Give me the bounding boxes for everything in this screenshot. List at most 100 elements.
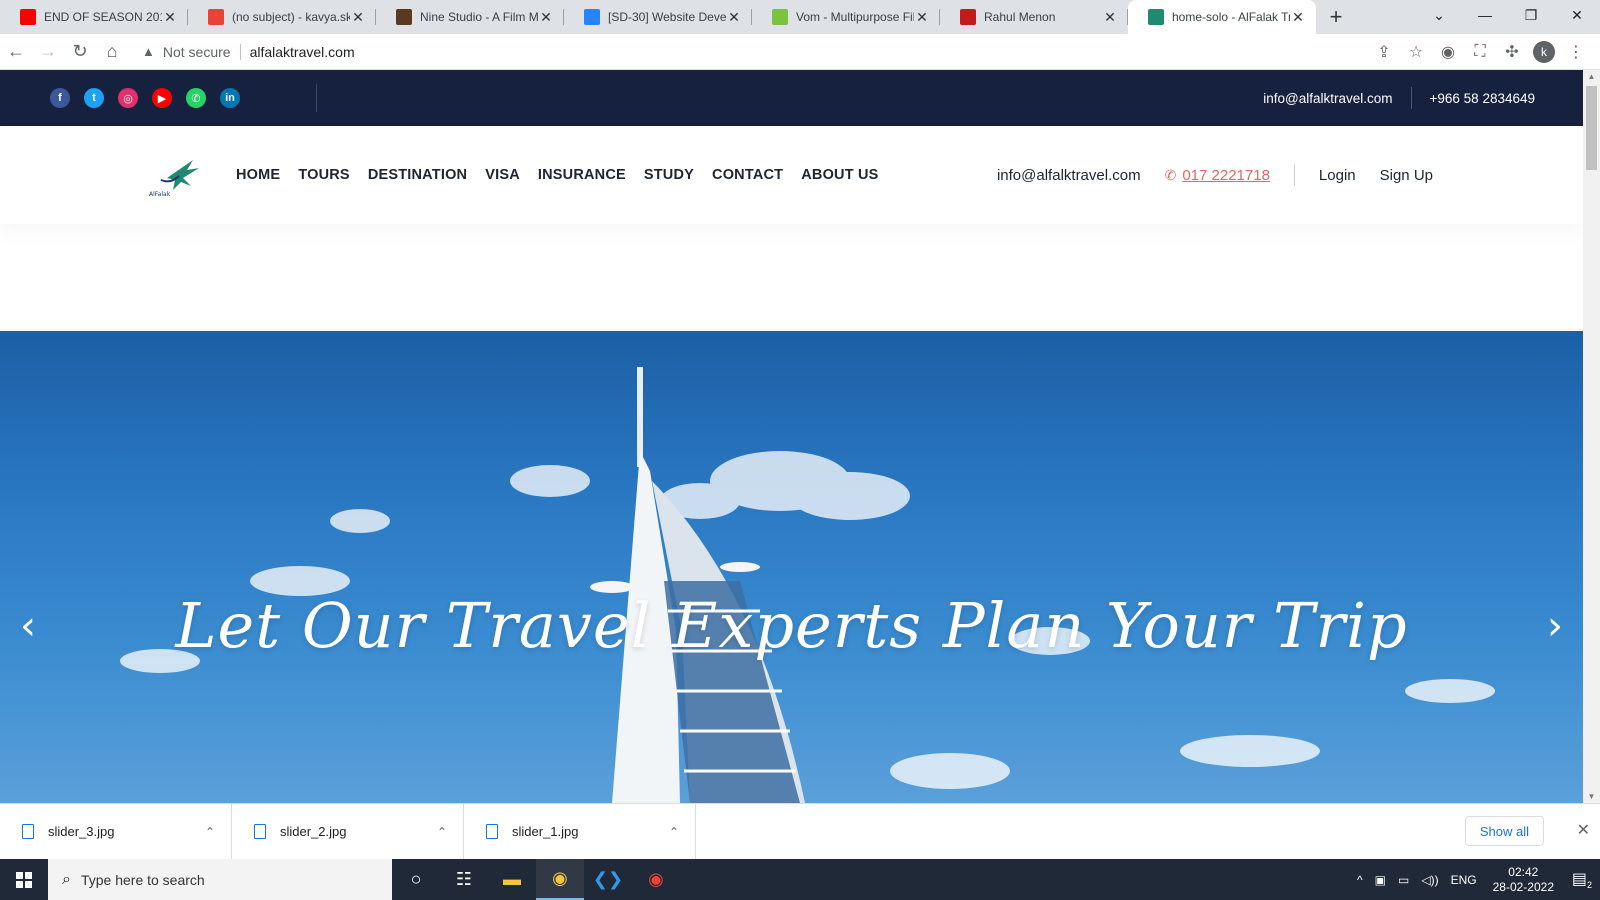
- network-icon[interactable]: ▭: [1398, 873, 1409, 887]
- browser-tab[interactable]: [SD-30] Website Develo ✕: [564, 0, 752, 34]
- clock[interactable]: 02:42 28-02-2022: [1493, 865, 1554, 895]
- gmail-icon: [208, 9, 224, 25]
- image-file-icon: [486, 824, 498, 839]
- warning-icon[interactable]: ▲: [142, 44, 155, 59]
- home-icon[interactable]: ⌂: [96, 36, 128, 68]
- chevron-up-icon[interactable]: ⌃: [205, 825, 215, 839]
- tab-title: Nine Studio - A Film Ma: [420, 10, 538, 24]
- slider-next-arrow-icon[interactable]: ›: [1547, 603, 1563, 649]
- whatsapp-icon[interactable]: ✆: [186, 88, 206, 108]
- scrollbar-thumb[interactable]: [1586, 86, 1597, 170]
- site-top-bar: f t ◎ ▶ ✆ in info@alfalktravel.com +966 58 28…: [0, 70, 1583, 126]
- instagram-icon[interactable]: ◎: [118, 88, 138, 108]
- scroll-down-icon[interactable]: ▼: [1583, 792, 1600, 801]
- new-tab-button[interactable]: +: [1316, 0, 1356, 34]
- nav-item-about-us[interactable]: ABOUT US: [801, 167, 878, 183]
- download-item[interactable]: slider_2.jpg ⌃: [232, 803, 464, 860]
- file-explorer-icon[interactable]: ▬: [488, 859, 536, 900]
- image-file-icon: [22, 824, 34, 839]
- topbar-contact-divider: [1410, 87, 1412, 109]
- clock-date: 28-02-2022: [1492, 879, 1554, 894]
- tab-list: END OF SEASON 2017 |✕(no subject) - kavy…: [0, 0, 1316, 34]
- meet-now-icon[interactable]: ▣: [1375, 873, 1386, 887]
- menu-kebab-icon[interactable]: ⋮: [1560, 36, 1592, 68]
- nav-item-contact[interactable]: CONTACT: [712, 167, 783, 183]
- reload-icon[interactable]: ↻: [64, 36, 96, 68]
- nav-item-study[interactable]: STUDY: [644, 167, 694, 183]
- browser-tab[interactable]: END OF SEASON 2017 |✕: [0, 0, 188, 34]
- scroll-up-icon[interactable]: ▲: [1583, 72, 1600, 81]
- nav-item-insurance[interactable]: INSURANCE: [538, 167, 626, 183]
- topbar-contact: info@alfalktravel.com +966 58 2834649: [1263, 70, 1535, 126]
- tab-close-icon[interactable]: ✕: [162, 9, 178, 26]
- download-item[interactable]: slider_3.jpg ⌃: [0, 803, 232, 860]
- security-label[interactable]: Not secure: [163, 44, 231, 60]
- task-view-icon[interactable]: ☷: [440, 859, 488, 900]
- close-window-icon[interactable]: ✕: [1554, 0, 1600, 30]
- language-indicator[interactable]: ENG: [1451, 873, 1477, 887]
- hero-background-image: [120, 367, 1495, 803]
- chrome-second-taskbar-icon[interactable]: ◉: [632, 859, 680, 900]
- browser-tab[interactable]: home-solo - AlFalak Tra ✕: [1128, 0, 1316, 34]
- restore-icon[interactable]: ❐: [1508, 0, 1554, 30]
- browser-tab[interactable]: Vom - Multipurpose Filr ✕: [752, 0, 940, 34]
- taskbar-search[interactable]: ⌕ Type here to search: [48, 859, 392, 900]
- tab-close-icon[interactable]: ✕: [914, 9, 930, 26]
- tab-close-icon[interactable]: ✕: [726, 9, 742, 26]
- tab-close-icon[interactable]: ✕: [1290, 9, 1306, 26]
- share-icon[interactable]: ⇪: [1368, 36, 1400, 68]
- nav-item-home[interactable]: HOME: [236, 167, 280, 183]
- cortana-icon[interactable]: ○: [392, 859, 440, 900]
- chrome-taskbar-icon[interactable]: ◉: [536, 859, 584, 900]
- tab-title: Vom - Multipurpose Filr: [796, 10, 914, 24]
- hero-title: Let Our Travel Experts Plan Your Trip: [175, 589, 1408, 662]
- extensions-puzzle-icon[interactable]: ✣: [1496, 36, 1528, 68]
- vscode-taskbar-icon[interactable]: ❮❯: [584, 859, 632, 900]
- forward-icon[interactable]: →: [32, 36, 64, 68]
- tab-close-icon[interactable]: ✕: [350, 9, 366, 26]
- tray-expand-icon[interactable]: ^: [1357, 873, 1363, 887]
- twitter-icon[interactable]: t: [84, 88, 104, 108]
- browser-tab[interactable]: (no subject) - kavya.sky ✕: [188, 0, 376, 34]
- volume-icon[interactable]: ◁)): [1421, 873, 1438, 887]
- topbar-email-link[interactable]: info@alfalktravel.com: [1263, 91, 1392, 106]
- primary-menu: HOME TOURS DESTINATION VISA INSURANCE STUDY CO…: [236, 126, 879, 224]
- logo-text: AlFalak: [149, 191, 171, 198]
- profile-avatar[interactable]: k: [1533, 40, 1555, 63]
- nav-item-visa[interactable]: VISA: [485, 167, 520, 183]
- nav-phone-link[interactable]: 017 2221718: [1182, 167, 1270, 184]
- nav-item-destination[interactable]: DESTINATION: [368, 167, 467, 183]
- nav-email-link[interactable]: info@alfalktravel.com: [997, 167, 1141, 184]
- slider-prev-arrow-icon[interactable]: ‹: [20, 603, 36, 649]
- browser-tab[interactable]: Rahul Menon ✕: [940, 0, 1128, 34]
- address-bar[interactable]: ▲ Not secure alfalaktravel.com: [134, 38, 1368, 66]
- notification-center-icon[interactable]: ▤2: [1564, 869, 1600, 890]
- login-link[interactable]: Login: [1319, 167, 1356, 184]
- signup-link[interactable]: Sign Up: [1380, 167, 1433, 184]
- bookmark-star-icon[interactable]: ☆: [1400, 36, 1432, 68]
- chevron-up-icon[interactable]: ⌃: [437, 825, 447, 839]
- page-scrollbar[interactable]: ▲ ▼: [1583, 70, 1600, 803]
- download-item[interactable]: slider_1.jpg ⌃: [464, 803, 696, 860]
- color-extension-icon[interactable]: ◉: [1432, 36, 1464, 68]
- site-logo[interactable]: AlFalak: [147, 156, 203, 198]
- windows-start-icon[interactable]: [0, 859, 48, 900]
- tab-close-icon[interactable]: ✕: [1102, 9, 1118, 26]
- phone-icon: ✆: [1164, 166, 1177, 183]
- show-all-button[interactable]: Show all: [1464, 816, 1544, 846]
- screenshot-extension-icon[interactable]: ⛶: [1464, 36, 1496, 68]
- tab-close-icon[interactable]: ✕: [538, 9, 554, 26]
- minimize-icon[interactable]: —: [1462, 0, 1508, 30]
- nav-item-tours[interactable]: TOURS: [298, 167, 350, 183]
- facebook-icon[interactable]: f: [50, 88, 70, 108]
- close-downloads-icon[interactable]: ✕: [1577, 820, 1590, 840]
- url-text[interactable]: alfalaktravel.com: [250, 44, 355, 60]
- linkedin-icon[interactable]: in: [220, 88, 240, 108]
- youtube-icon[interactable]: ▶: [152, 88, 172, 108]
- chevron-up-icon[interactable]: ⌃: [669, 825, 679, 839]
- nav-divider: [1293, 164, 1295, 186]
- back-icon[interactable]: ←: [0, 36, 32, 68]
- browser-tab[interactable]: Nine Studio - A Film Ma ✕: [376, 0, 564, 34]
- tab-search-icon[interactable]: ⌄: [1416, 0, 1462, 30]
- topbar-phone-link[interactable]: +966 58 2834649: [1430, 91, 1535, 106]
